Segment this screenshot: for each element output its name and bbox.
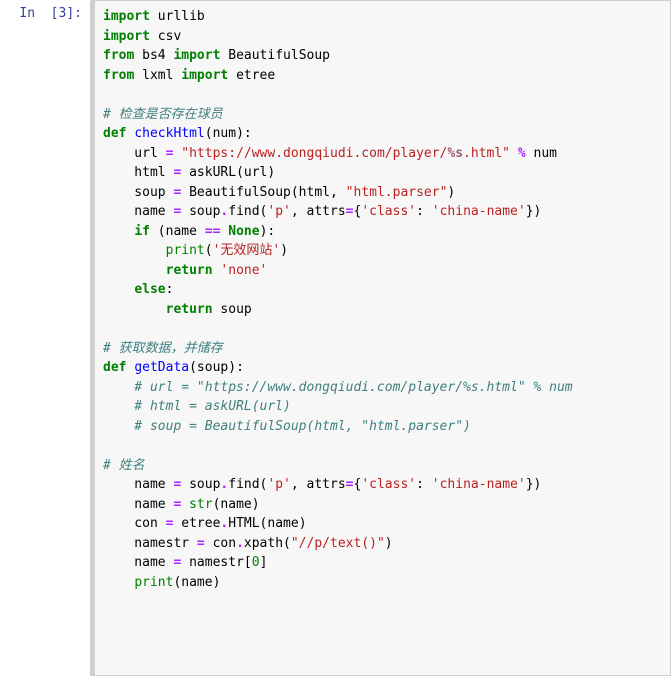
code-line: name = str(name): [103, 495, 662, 515]
code-line: name = namestr[0]: [103, 553, 662, 573]
code-line: def checkHtml(num):: [103, 124, 662, 144]
code-line: # url = "https://www.dongqiudi.com/playe…: [103, 378, 662, 398]
code-line: html = askURL(url): [103, 163, 662, 183]
code-line: def getData(soup):: [103, 358, 662, 378]
code-line: [103, 436, 662, 456]
code-line: # soup = BeautifulSoup(html, "html.parse…: [103, 417, 662, 437]
code-line: if (name == None):: [103, 222, 662, 242]
code-line: name = soup.find('p', attrs={'class': 'c…: [103, 475, 662, 495]
code-line: # html = askURL(url): [103, 397, 662, 417]
code-line: namestr = con.xpath("//p/text()"): [103, 534, 662, 554]
code-line: soup = BeautifulSoup(html, "html.parser"…: [103, 183, 662, 203]
code-line: import csv: [103, 27, 662, 47]
input-prompt-label: In [3]:: [19, 6, 82, 21]
code-line: con = etree.HTML(name): [103, 514, 662, 534]
code-line: print('无效网站'): [103, 241, 662, 261]
code-line: from bs4 import BeautifulSoup: [103, 46, 662, 66]
code-line: from lxml import etree: [103, 66, 662, 86]
code-input-cell[interactable]: import urllib import csv from bs4 import…: [90, 0, 671, 676]
code-line: import urllib: [103, 7, 662, 27]
code-line: url = "https://www.dongqiudi.com/player/…: [103, 144, 662, 164]
code-line: [103, 85, 662, 105]
code-line: name = soup.find('p', attrs={'class': 'c…: [103, 202, 662, 222]
code-line: # 姓名: [103, 456, 662, 476]
code-line: else:: [103, 280, 662, 300]
code-line: # 检查是否存在球员: [103, 105, 662, 125]
code-line: # 获取数据，并储存: [103, 339, 662, 359]
code-line: [103, 319, 662, 339]
input-prompt-area: In [3]:: [0, 0, 90, 676]
code-line: return soup: [103, 300, 662, 320]
code-line: return 'none': [103, 261, 662, 281]
code-line: print(name): [103, 573, 662, 593]
